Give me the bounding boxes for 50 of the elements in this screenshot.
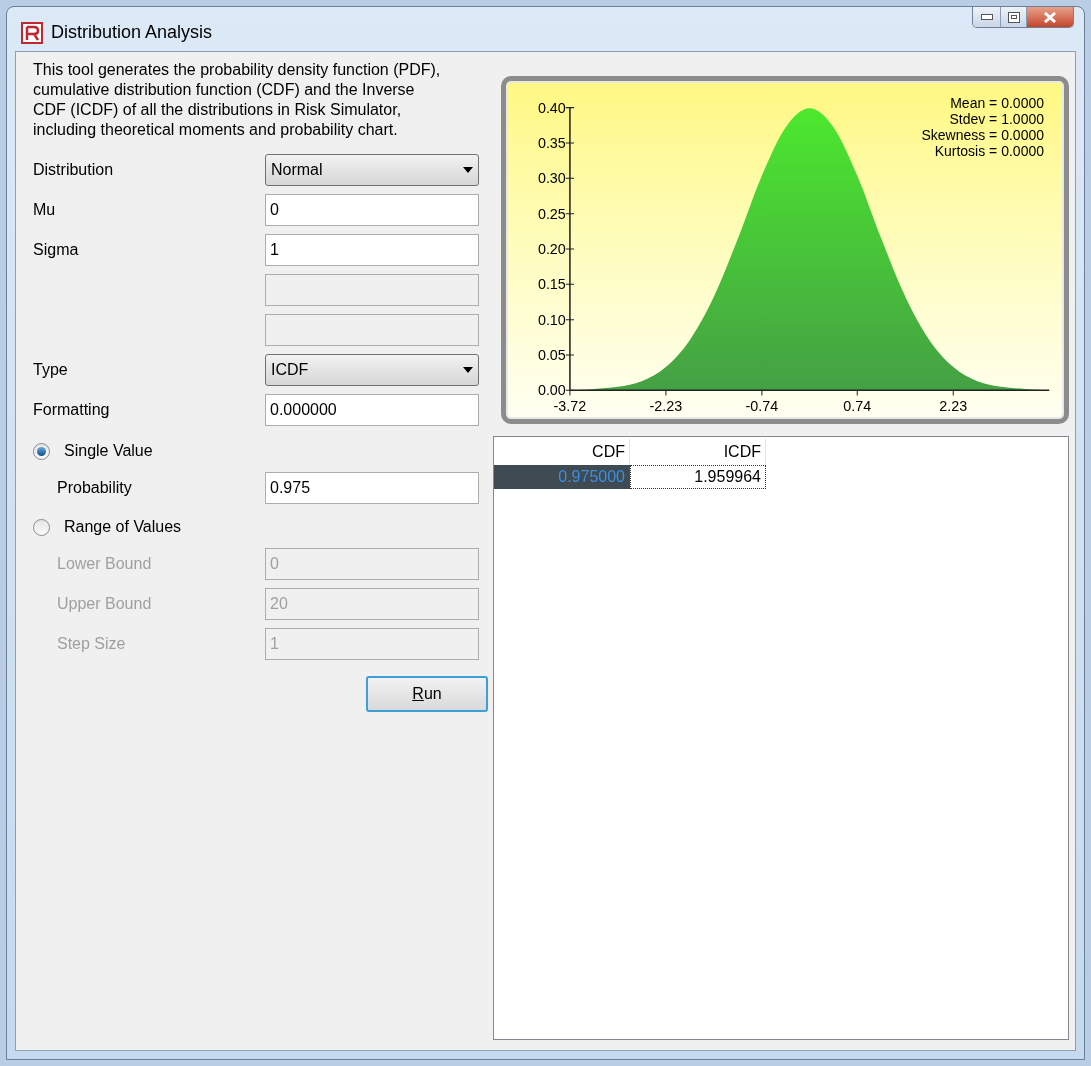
field-label: Distribution	[33, 161, 114, 178]
table-cell[interactable]: 1.959964	[630, 465, 766, 489]
caret-icon	[463, 167, 473, 173]
dropdown[interactable]: Normal	[265, 154, 479, 186]
y-tick-label: 0.15	[537, 276, 566, 293]
y-tick-label: 0.30	[537, 170, 566, 187]
minimize-icon	[980, 14, 993, 20]
input-field[interactable]: 0	[265, 194, 479, 226]
y-tick-label: 0.25	[537, 205, 566, 222]
y-tick-label: 0.05	[537, 347, 566, 364]
field-label: Lower Bound	[57, 555, 152, 572]
close-icon	[1043, 11, 1057, 23]
x-tick-label: -0.74	[745, 397, 779, 414]
radio-button[interactable]	[33, 518, 50, 536]
x-tick-label: 2.23	[939, 397, 968, 414]
field-label: Upper Bound	[57, 595, 152, 612]
x-tick-label: -3.72	[553, 397, 587, 414]
x-tick-label: 0.74	[843, 397, 872, 414]
description-text: This tool generates the probability density function (PDF), cumulative distribution function (CDF) and the Inverse CDF (ICDF) of all the distributions in Risk Simulator, including theoretical moments and probability chart.	[33, 60, 442, 140]
statistic-text: Mean = 0.0000	[950, 95, 1044, 111]
field-label: Mu	[33, 201, 56, 218]
input-field[interactable]: 1	[265, 234, 479, 266]
dropdown[interactable]: ICDF	[265, 354, 479, 386]
radio-button[interactable]	[33, 442, 50, 460]
y-tick-label: 0.20	[537, 241, 566, 258]
field-label: Type	[33, 361, 68, 378]
statistic-text: Skewness = 0.0000	[921, 127, 1044, 143]
app-logo-icon	[21, 21, 43, 44]
close-button[interactable]	[1027, 7, 1073, 27]
caret-icon	[463, 367, 473, 373]
input-field[interactable]: 0.975	[265, 472, 479, 504]
maximize-icon	[1007, 11, 1020, 23]
run-button[interactable]: Run	[366, 676, 488, 712]
field-label: Probability	[57, 479, 132, 496]
field-label: Sigma	[33, 241, 79, 258]
y-tick-label: 0.40	[537, 99, 566, 116]
window-title: Distribution Analysis	[51, 21, 213, 44]
field-label: Step Size	[57, 635, 126, 652]
input-field[interactable]: 0.000000	[265, 394, 479, 426]
minimize-button[interactable]	[973, 7, 1001, 27]
statistic-text: Kurtosis = 0.0000	[934, 143, 1044, 159]
statistic-text: Stdev = 1.0000	[949, 111, 1044, 127]
field-label: Formatting	[33, 401, 110, 418]
radio-label: Single Value	[64, 441, 153, 461]
y-tick-label: 0.00	[537, 382, 566, 399]
maximize-button[interactable]	[1001, 7, 1027, 27]
x-tick-label: -2.23	[649, 397, 683, 414]
y-tick-label: 0.35	[537, 135, 566, 152]
y-tick-label: 0.10	[537, 311, 566, 328]
radio-label: Range of Values	[64, 517, 182, 537]
